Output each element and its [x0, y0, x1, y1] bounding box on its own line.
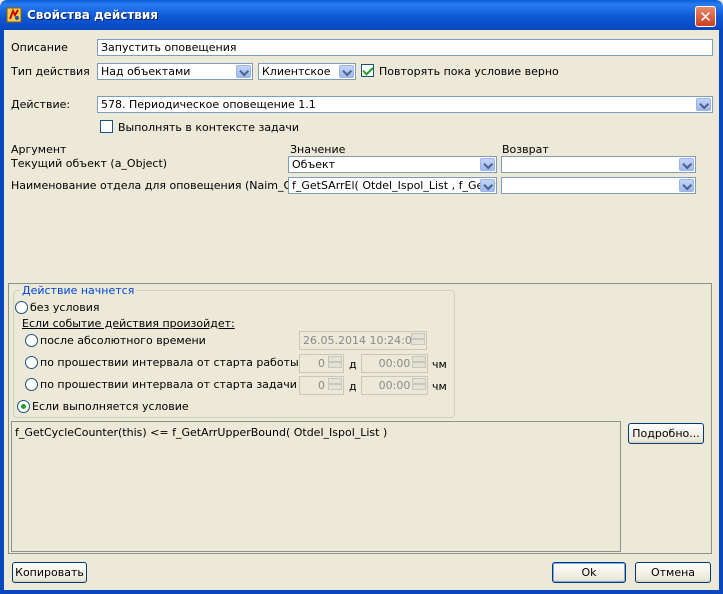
chevron-down-icon[interactable]	[679, 158, 694, 171]
arg-row-value-select[interactable]: f_GetSArrEl( Otdel_Ispol_List , f_GetCyc…	[288, 177, 497, 194]
arg-row-name: Текущий объект (a_Object)	[11, 157, 168, 170]
after-work-start-label: по прошествии интервала от старта работы	[40, 356, 299, 369]
col-argument-header: Аргумент	[11, 143, 67, 156]
chevron-down-icon[interactable]	[679, 179, 694, 192]
task-context-checkbox[interactable]	[100, 120, 113, 133]
app-icon	[6, 7, 22, 23]
task-context-label: Выполнять в контексте задачи	[118, 121, 300, 134]
copy-button[interactable]: Копировать	[12, 562, 87, 583]
action-type-value: Над объектами	[101, 65, 191, 78]
no-condition-label: без условия	[30, 301, 100, 314]
close-icon[interactable]: ✕	[695, 6, 716, 27]
task-days-value: 0	[318, 379, 325, 392]
after-task-start-label: по прошествии интервала от старта задачи	[40, 378, 297, 391]
task-days-unit: д	[349, 380, 357, 393]
description-label: Описание	[11, 41, 68, 54]
arg-row-return-select[interactable]	[501, 177, 696, 194]
spinner-icon[interactable]	[412, 356, 426, 369]
if-event-label: Если событие действия произойдет:	[22, 317, 235, 330]
radio-selected-dot	[21, 404, 26, 409]
condition-editor[interactable]: f_GetCycleCounter(this) <= f_GetArrUpper…	[11, 421, 621, 552]
after-abs-time-radio[interactable]	[25, 334, 38, 347]
after-work-start-radio[interactable]	[25, 356, 38, 369]
repeat-label: Повторять пока условие верно	[379, 65, 559, 78]
side-value: Клиентское	[262, 65, 331, 78]
task-time-input[interactable]: 00:00	[361, 376, 428, 395]
abs-time-value: 26.05.2014 10:24:00	[303, 334, 419, 347]
task-days-input[interactable]: 0	[299, 376, 344, 395]
if-condition-radio[interactable]	[17, 400, 30, 413]
col-value-header: Значение	[290, 143, 346, 156]
action-value: 578. Периодическое оповещение 1.1	[101, 98, 316, 111]
spinner-icon[interactable]	[328, 378, 342, 391]
ok-button[interactable]: Ok	[552, 562, 626, 583]
action-select[interactable]: 578. Периодическое оповещение 1.1	[97, 96, 713, 113]
work-days-input[interactable]: 0	[299, 354, 344, 373]
start-group-title: Действие начнется	[20, 284, 137, 297]
checkmark-icon	[362, 64, 374, 76]
details-button[interactable]: Подробно...	[628, 423, 704, 444]
arg-row-name: Наименование отдела для оповещения (Naim…	[11, 179, 318, 192]
chevron-down-icon[interactable]	[339, 65, 354, 78]
chevron-down-icon[interactable]	[480, 158, 495, 171]
condition-text: f_GetCycleCounter(this) <= f_GetArrUpper…	[15, 426, 388, 439]
if-condition-label: Если выполняется условие	[32, 400, 189, 413]
window-frame-bottom	[0, 590, 723, 594]
chevron-down-icon[interactable]	[236, 65, 251, 78]
arg-row-value: Объект	[292, 158, 336, 171]
col-return-header: Возврат	[502, 143, 549, 156]
description-field[interactable]: Запустить оповещения	[97, 39, 713, 56]
after-task-start-radio[interactable]	[25, 378, 38, 391]
after-abs-time-label: после абсолютного времени	[40, 334, 206, 347]
abs-time-input[interactable]: 26.05.2014 10:24:00	[299, 331, 427, 350]
side-select[interactable]: Клиентское	[258, 63, 356, 80]
chevron-down-icon[interactable]	[480, 179, 495, 192]
chevron-down-icon[interactable]	[696, 98, 711, 111]
no-condition-radio[interactable]	[15, 301, 28, 314]
spinner-icon[interactable]	[328, 356, 342, 369]
action-label: Действие:	[11, 98, 71, 111]
work-days-value: 0	[318, 357, 325, 370]
task-time-value: 00:00	[378, 379, 411, 392]
arg-row-value: f_GetSArrEl( Otdel_Ispol_List , f_GetCyc…	[292, 179, 496, 192]
work-time-input[interactable]: 00:00	[361, 354, 428, 373]
repeat-checkbox[interactable]	[361, 64, 374, 77]
cancel-button[interactable]: Отмена	[635, 562, 711, 583]
arg-row-return-select[interactable]	[501, 156, 696, 173]
window-frame-right	[719, 30, 723, 594]
action-type-label: Тип действия	[11, 65, 90, 78]
arg-row-value-select[interactable]: Объект	[288, 156, 497, 173]
work-time-unit: чм	[432, 358, 447, 371]
window-frame-left	[0, 30, 4, 594]
spinner-icon[interactable]	[411, 333, 425, 346]
action-type-select[interactable]: Над объектами	[97, 63, 253, 80]
work-days-unit: д	[349, 358, 357, 371]
window-title: Свойства действия	[27, 8, 159, 22]
task-time-unit: чм	[432, 380, 447, 393]
work-time-value: 00:00	[378, 357, 411, 370]
spinner-icon[interactable]	[412, 378, 426, 391]
